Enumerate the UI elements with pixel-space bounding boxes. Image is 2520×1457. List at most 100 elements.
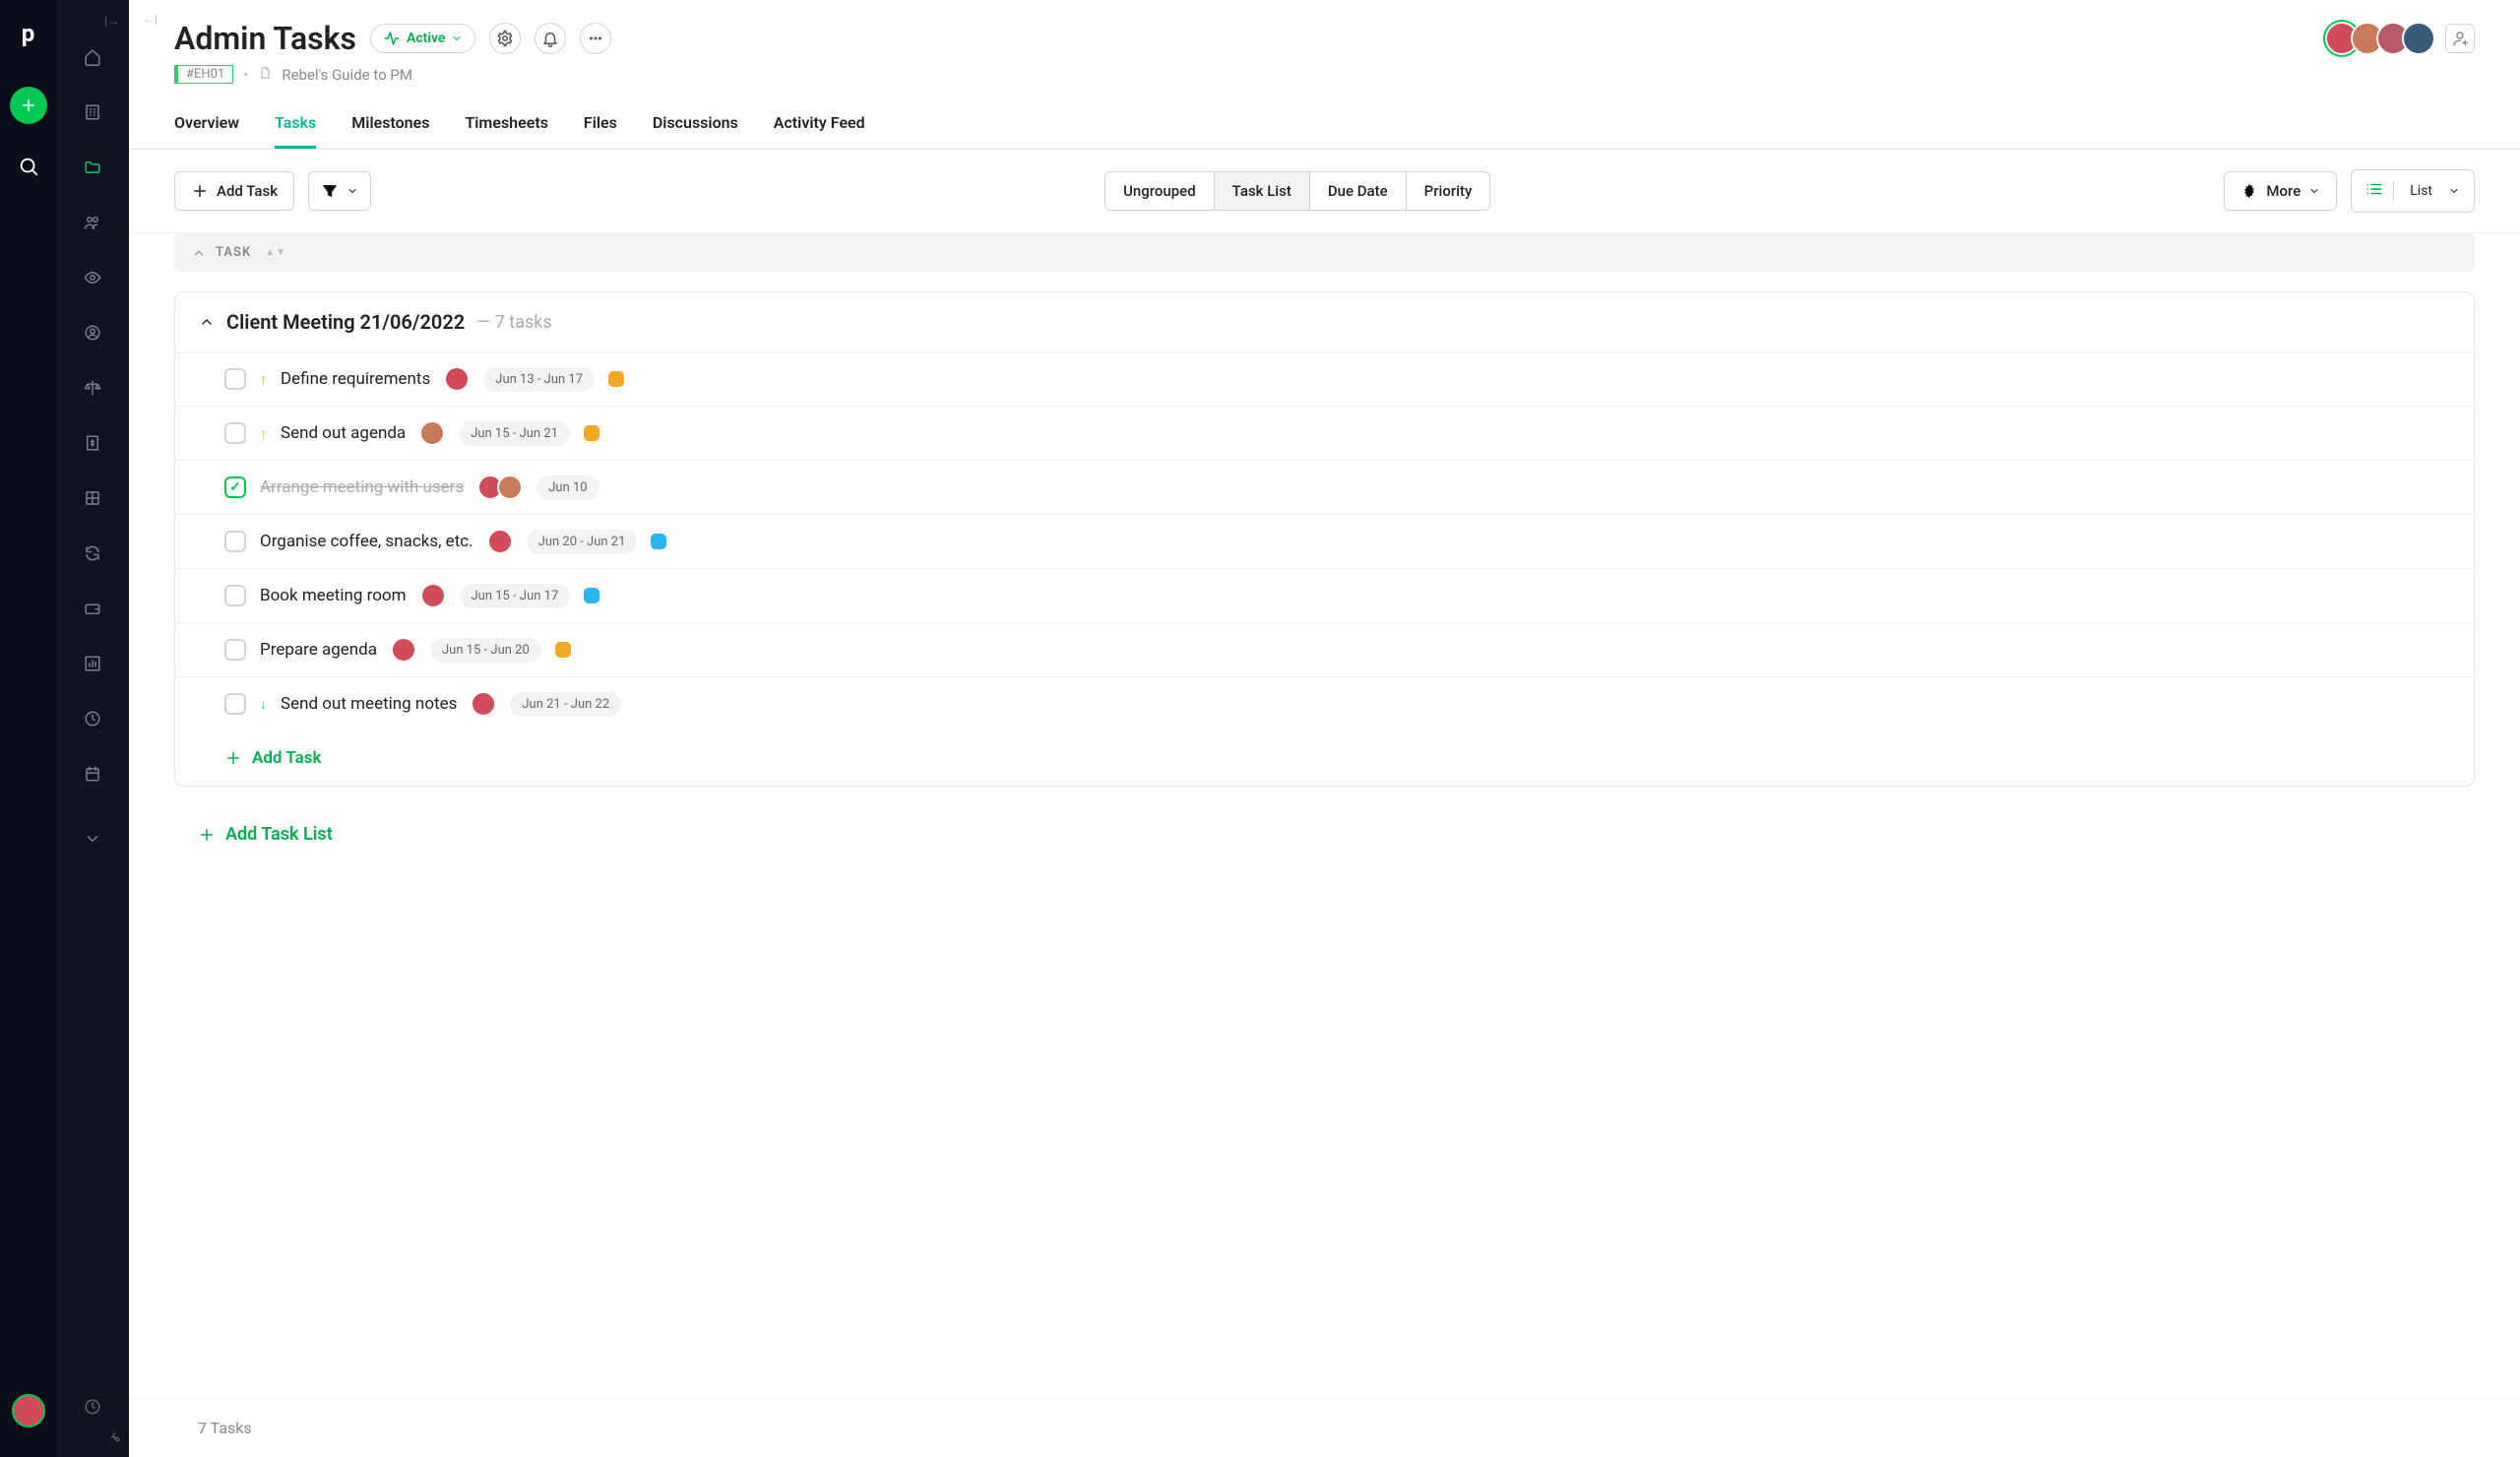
page-title: Admin Tasks (174, 20, 356, 57)
calendar-icon[interactable] (73, 754, 112, 793)
add-member-button[interactable] (2445, 24, 2475, 53)
add-task-list-button[interactable]: Add Task List (174, 810, 2475, 858)
task-dates: Jun 15 - Jun 17 (460, 584, 571, 608)
breadcrumb-text[interactable]: Rebel's Guide to PM (282, 66, 412, 84)
task-row[interactable]: Arrange meeting with usersJun 10 (175, 460, 2474, 514)
tabs: Overview Tasks Milestones Timesheets Files Di… (129, 103, 2520, 150)
task-assignees (444, 366, 470, 392)
column-header[interactable]: TASK ▲▼ (174, 233, 2475, 272)
filter-button[interactable] (308, 171, 371, 211)
toolbar: Add Task UngroupedTask ListDue DatePrior… (129, 150, 2520, 233)
folder-icon[interactable] (73, 148, 112, 187)
add-task-inline[interactable]: Add Task (175, 730, 2474, 786)
footer-count: 7 Tasks (129, 1398, 2520, 1457)
task-name: Arrange meeting with users (260, 477, 464, 497)
member-avatar[interactable] (2402, 22, 2435, 55)
priority-high-icon: ↑ (260, 425, 267, 442)
task-name: Book meeting room (260, 586, 407, 605)
tab-discussions[interactable]: Discussions (653, 103, 738, 149)
home-icon[interactable] (73, 37, 112, 77)
task-name: Organise coffee, snacks, etc. (260, 532, 473, 551)
project-tag[interactable]: #EH01 (174, 65, 233, 84)
wallet-icon[interactable] (73, 589, 112, 628)
task-row[interactable]: Organise coffee, snacks, etc. Jun 20 - Ju… (175, 514, 2474, 568)
task-checkbox[interactable] (224, 639, 246, 661)
task-checkbox[interactable] (224, 693, 246, 715)
task-list-header[interactable]: Client Meeting 21/06/2022 — 7 tasks (175, 292, 2474, 351)
task-tag-dot (584, 425, 599, 441)
task-tag-dot (651, 534, 666, 549)
task-checkbox[interactable] (224, 585, 246, 606)
add-task-button[interactable]: Add Task (174, 171, 294, 211)
more-button[interactable] (580, 23, 611, 54)
task-checkbox[interactable] (224, 368, 246, 390)
wrench-icon[interactable] (107, 1429, 121, 1447)
task-row[interactable]: ↑ Send out agenda Jun 15 - Jun 21 (175, 406, 2474, 460)
tab-tasks[interactable]: Tasks (275, 103, 316, 149)
assignee-avatar[interactable] (471, 691, 496, 717)
sort-icon[interactable]: ▲▼ (265, 247, 286, 258)
building-icon[interactable] (73, 93, 112, 132)
task-row[interactable]: ↓Send out meeting notesJun 21 - Jun 22 (175, 676, 2474, 730)
task-dates: Jun 20 - Jun 21 (527, 530, 638, 554)
grouping-priority[interactable]: Priority (1407, 172, 1490, 210)
chart-icon[interactable] (73, 644, 112, 683)
user-circle-icon[interactable] (73, 313, 112, 352)
assignee-avatar[interactable] (497, 475, 523, 500)
task-checkbox[interactable] (224, 422, 246, 444)
grouping-ungrouped[interactable]: Ungrouped (1105, 172, 1215, 210)
people-icon[interactable] (73, 203, 112, 242)
task-dates: Jun 15 - Jun 21 (459, 421, 570, 446)
grouping-task-list[interactable]: Task List (1215, 172, 1310, 210)
assignee-avatar[interactable] (391, 637, 416, 663)
task-assignees (391, 637, 416, 663)
invoice-icon[interactable] (73, 423, 112, 463)
task-checkbox[interactable] (224, 531, 246, 552)
task-list-card: Client Meeting 21/06/2022 — 7 tasks ↑ Def… (174, 291, 2475, 787)
task-assignees (420, 583, 446, 608)
scales-icon[interactable] (73, 368, 112, 408)
status-chip[interactable]: Active (370, 24, 475, 53)
clock-footer-icon[interactable] (84, 1398, 101, 1420)
assignee-avatar[interactable] (487, 529, 513, 554)
assignee-avatar[interactable] (419, 420, 445, 446)
grid-icon[interactable] (73, 478, 112, 518)
main-content: ←| Admin Tasks Active #EH01 • Rebel's Gu… (129, 0, 2520, 1457)
left-rail: p (0, 0, 56, 1457)
assignee-avatar[interactable] (420, 583, 446, 608)
task-row[interactable]: ↑Define requirementsJun 13 - Jun 17 (175, 351, 2474, 406)
grouping-segment: UngroupedTask ListDue DatePriority (1104, 171, 1490, 211)
tab-timesheets[interactable]: Timesheets (465, 103, 547, 149)
tab-milestones[interactable]: Milestones (351, 103, 429, 149)
settings-button[interactable] (489, 23, 521, 54)
task-name: Define requirements (281, 369, 430, 389)
project-members (2333, 22, 2475, 55)
grouping-due-date[interactable]: Due Date (1310, 172, 1407, 210)
tab-files[interactable]: Files (584, 103, 617, 149)
task-assignees (471, 691, 496, 717)
eye-icon[interactable] (73, 258, 112, 297)
expand-icon[interactable]: |→ (104, 14, 119, 28)
current-user-avatar[interactable] (12, 1394, 45, 1427)
priority-high-icon: ↑ (260, 371, 267, 388)
clock-icon[interactable] (73, 699, 112, 738)
task-name: Prepare agenda (260, 640, 377, 660)
assignee-avatar[interactable] (444, 366, 470, 392)
notifications-button[interactable] (535, 23, 566, 54)
nav-sidebar: |→ (56, 0, 129, 1457)
collapse-arrow-icon[interactable]: ←| (143, 12, 158, 26)
view-switcher[interactable]: List (2351, 169, 2475, 213)
task-name: Send out meeting notes (281, 694, 457, 714)
task-checkbox[interactable] (224, 476, 246, 498)
tab-overview[interactable]: Overview (174, 103, 239, 149)
global-add-button[interactable] (10, 87, 47, 124)
more-menu-button[interactable]: More (2224, 171, 2337, 211)
task-name: Send out agenda (281, 423, 406, 443)
chevron-down-icon[interactable] (73, 819, 112, 858)
task-assignees (477, 475, 523, 500)
task-row[interactable]: Book meeting room Jun 15 - Jun 17 (175, 568, 2474, 622)
search-icon[interactable] (18, 156, 39, 181)
tab-activity-feed[interactable]: Activity Feed (774, 103, 865, 149)
refresh-icon[interactable] (73, 534, 112, 573)
task-row[interactable]: Prepare agendaJun 15 - Jun 20 (175, 622, 2474, 676)
